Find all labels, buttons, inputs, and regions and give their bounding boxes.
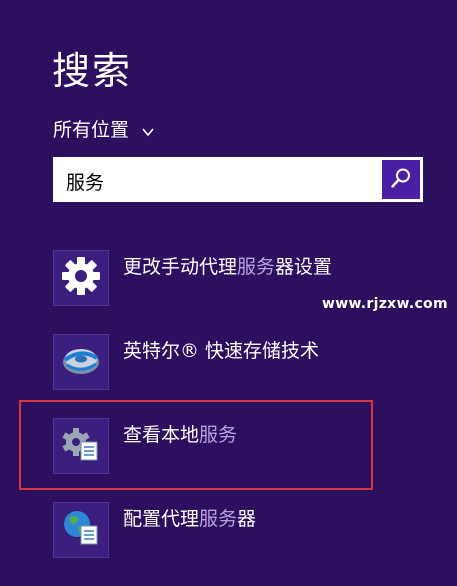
- result-item-configure-proxy[interactable]: 配置代理服务器: [53, 502, 256, 558]
- watermark: www.rjzxw.com: [322, 296, 448, 312]
- search-icon: [389, 166, 413, 194]
- search-title: 搜索: [52, 49, 133, 93]
- scope-dropdown[interactable]: 所有位置: [53, 115, 155, 142]
- result-label: 配置代理服务器: [123, 508, 257, 530]
- chevron-down-icon: [141, 122, 155, 136]
- scope-label: 所有位置: [53, 119, 130, 141]
- result-tile: [53, 502, 109, 558]
- result-item-intel-rst[interactable]: 英特尔® 快速存储技术: [53, 334, 319, 390]
- result-item-proxy-settings[interactable]: 更改手动代理服务器设置: [53, 250, 332, 306]
- intel-storage-icon: [59, 338, 103, 386]
- result-tile: [53, 250, 109, 306]
- gear-icon: [60, 255, 102, 301]
- result-label: 更改手动代理服务器设置: [123, 256, 333, 278]
- search-button[interactable]: [382, 160, 420, 199]
- result-tile: [53, 334, 109, 390]
- annotation-highlight-box: [19, 400, 373, 490]
- result-label: 英特尔® 快速存储技术: [123, 340, 320, 362]
- search-input[interactable]: 服务: [53, 157, 423, 202]
- globe-proxy-icon: [59, 506, 103, 554]
- search-input-value: 服务: [66, 172, 105, 194]
